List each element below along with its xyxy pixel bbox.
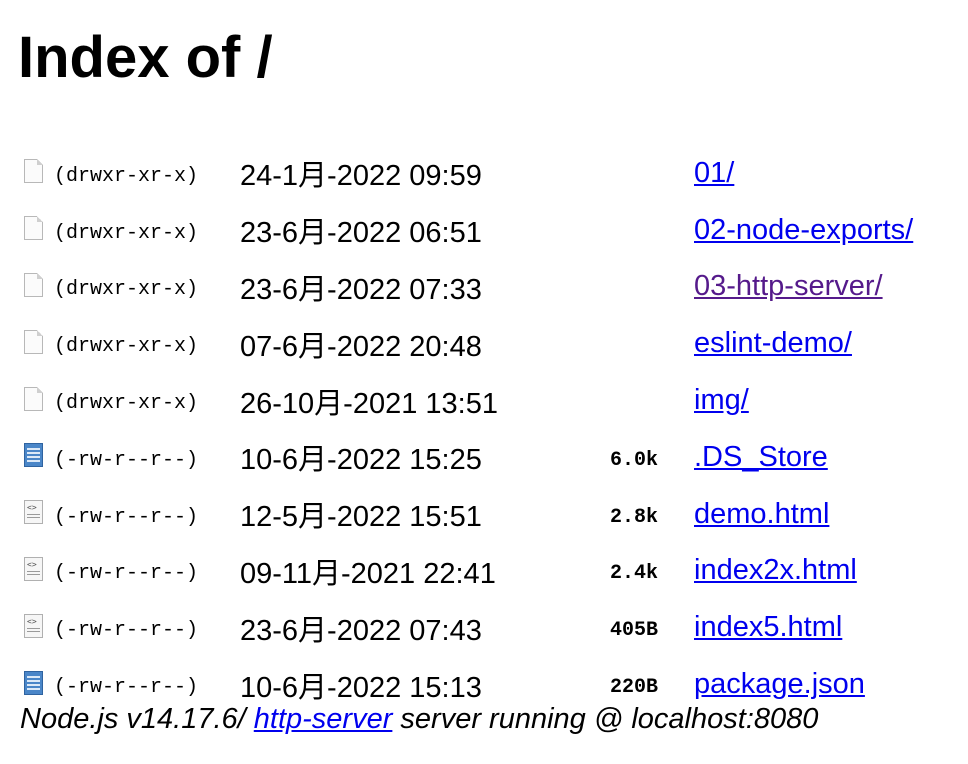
folder-icon xyxy=(24,216,43,241)
footer-suffix: server running @ localhost:8080 xyxy=(392,703,819,735)
folder-icon xyxy=(24,386,43,411)
table-row: (-rw-r--r--) 09-11月-2021 22:41 2.4k index2x… xyxy=(24,543,913,600)
name-cell: index2x.html xyxy=(694,543,913,600)
icon-cell xyxy=(24,372,54,429)
file-link[interactable]: package.json xyxy=(694,668,865,700)
file-size: 405B xyxy=(609,619,658,643)
http-server-link[interactable]: http-server xyxy=(254,703,393,735)
file-link[interactable]: index2x.html xyxy=(694,554,857,586)
file-size: 6.0k xyxy=(609,448,658,472)
listing-body: (drwxr-xr-x) 24-1月-2022 09:59 01/(drwxr-xr… xyxy=(24,145,913,713)
modified-date: 07-6月-2022 20:48 xyxy=(240,330,482,363)
file-link[interactable]: index5.html xyxy=(694,611,842,643)
folder-icon xyxy=(24,159,43,184)
modified-date: 23-6月-2022 07:33 xyxy=(240,273,482,306)
file-size: 2.8k xyxy=(609,505,658,529)
file-size xyxy=(566,259,694,316)
modified-date: 23-6月-2022 06:51 xyxy=(240,217,482,250)
icon-cell xyxy=(24,259,54,316)
table-row: (drwxr-xr-x) 24-1月-2022 09:59 01/ xyxy=(24,145,913,202)
html-file-icon xyxy=(24,613,43,638)
table-row: (drwxr-xr-x) 26-10月-2021 13:51 img/ xyxy=(24,372,913,429)
name-cell: 02-node-exports/ xyxy=(694,202,913,259)
html-file-icon xyxy=(24,500,43,525)
name-cell: eslint-demo/ xyxy=(694,315,913,372)
data-file-icon xyxy=(24,443,43,468)
file-link[interactable]: img/ xyxy=(694,384,749,416)
page-title: Index of / xyxy=(18,25,273,90)
permissions: (drwxr-xr-x) xyxy=(54,335,199,359)
modified-date: 23-6月-2022 07:43 xyxy=(240,614,482,647)
table-row: (-rw-r--r--) 23-6月-2022 07:43 405B index5.h… xyxy=(24,599,913,656)
permissions: (-rw-r--r--) xyxy=(54,619,199,643)
modified-date: 09-11月-2021 22:41 xyxy=(240,557,496,590)
icon-cell xyxy=(24,486,54,543)
icon-cell xyxy=(24,429,54,486)
modified-date: 24-1月-2022 09:59 xyxy=(240,160,482,193)
permissions: (-rw-r--r--) xyxy=(54,505,199,529)
icon-cell xyxy=(24,145,54,202)
folder-icon xyxy=(24,272,43,297)
table-row: (drwxr-xr-x) 23-6月-2022 07:33 03-http-serv… xyxy=(24,259,913,316)
permissions: (-rw-r--r--) xyxy=(54,562,199,586)
file-size xyxy=(566,145,694,202)
table-row: (drwxr-xr-x) 07-6月-2022 20:48 eslint-demo/ xyxy=(24,315,913,372)
file-link[interactable]: 03-http-server/ xyxy=(694,270,883,302)
name-cell: 03-http-server/ xyxy=(694,259,913,316)
html-file-icon xyxy=(24,556,43,581)
icon-cell xyxy=(24,599,54,656)
folder-icon xyxy=(24,329,43,354)
file-size xyxy=(566,315,694,372)
table-row: (-rw-r--r--) 10-6月-2022 15:25 6.0k .DS_Stor… xyxy=(24,429,913,486)
permissions: (-rw-r--r--) xyxy=(54,448,199,472)
permissions: (drwxr-xr-x) xyxy=(54,392,199,416)
file-link[interactable]: eslint-demo/ xyxy=(694,327,852,359)
file-link[interactable]: demo.html xyxy=(694,498,829,530)
name-cell: 01/ xyxy=(694,145,913,202)
permissions: (drwxr-xr-x) xyxy=(54,164,199,188)
file-size: 2.4k xyxy=(609,562,658,586)
directory-listing: (drwxr-xr-x) 24-1月-2022 09:59 01/(drwxr-xr… xyxy=(24,145,913,713)
server-footer: Node.js v14.17.6/ http-server server run… xyxy=(20,700,818,738)
name-cell: .DS_Store xyxy=(694,429,913,486)
name-cell: index5.html xyxy=(694,599,913,656)
file-link[interactable]: 02-node-exports/ xyxy=(694,214,913,246)
file-link[interactable]: 01/ xyxy=(694,157,734,189)
icon-cell xyxy=(24,202,54,259)
modified-date: 26-10月-2021 13:51 xyxy=(240,387,498,420)
modified-date: 10-6月-2022 15:25 xyxy=(240,444,482,477)
footer-prefix: Node.js v14.17.6/ xyxy=(20,703,254,735)
file-link[interactable]: .DS_Store xyxy=(694,441,828,473)
file-size xyxy=(566,202,694,259)
icon-cell xyxy=(24,543,54,600)
permissions: (drwxr-xr-x) xyxy=(54,278,199,302)
name-cell: img/ xyxy=(694,372,913,429)
icon-cell xyxy=(24,315,54,372)
table-row: (-rw-r--r--) 12-5月-2022 15:51 2.8k demo.htm… xyxy=(24,486,913,543)
file-size xyxy=(566,372,694,429)
table-row: (drwxr-xr-x) 23-6月-2022 06:51 02-node-expo… xyxy=(24,202,913,259)
permissions: (drwxr-xr-x) xyxy=(54,221,199,245)
name-cell: demo.html xyxy=(694,486,913,543)
modified-date: 12-5月-2022 15:51 xyxy=(240,501,482,534)
data-file-icon xyxy=(24,670,43,695)
